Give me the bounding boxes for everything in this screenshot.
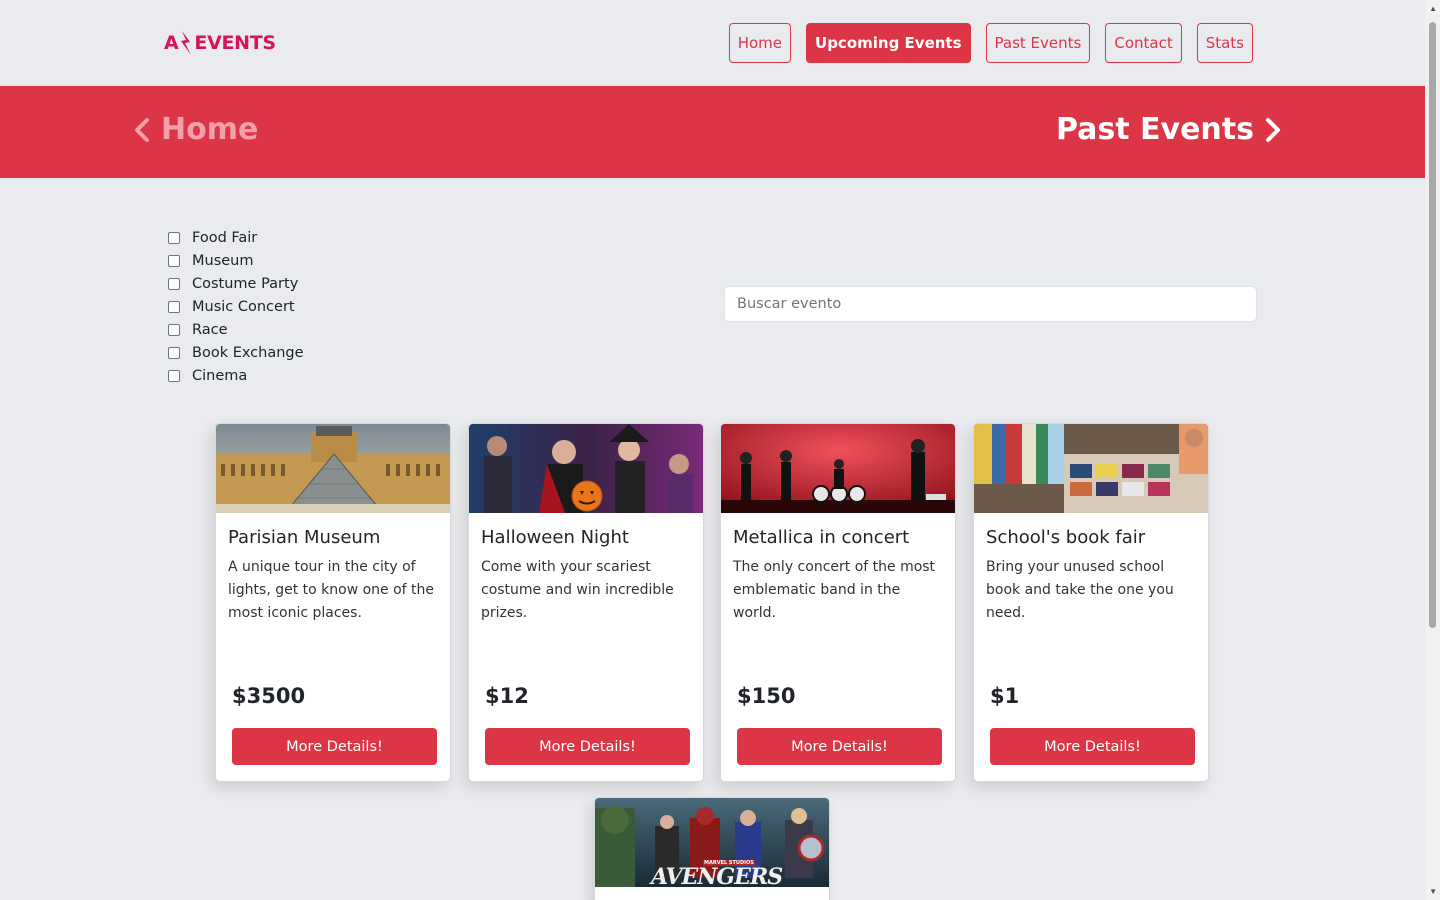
event-card: Parisian Museum A unique tour in the cit… xyxy=(215,423,451,782)
more-details-button[interactable]: More Details! xyxy=(232,728,437,765)
more-details-button[interactable]: More Details! xyxy=(737,728,942,765)
more-details-button[interactable]: More Details! xyxy=(485,728,690,765)
nav-stats[interactable]: Stats xyxy=(1196,23,1253,63)
filter-costume-party[interactable]: Costume Party xyxy=(168,272,304,295)
scrollbar-thumb[interactable] xyxy=(1429,22,1436,628)
card-description: The only concert of the most emblematic … xyxy=(733,559,936,621)
event-card: Halloween Night Come with your scariest … xyxy=(468,423,704,782)
event-image-halloween xyxy=(469,424,703,513)
prev-page-label: Home xyxy=(161,112,259,147)
card-description: A unique tour in the city of lights, get… xyxy=(228,559,435,621)
page-scrollbar[interactable]: ▲ ▼ xyxy=(1425,0,1440,900)
event-image-concert xyxy=(721,424,955,513)
filter-label: Food Fair xyxy=(192,229,258,246)
card-description: Bring your unused school book and take t… xyxy=(986,559,1174,621)
event-card: MARVEL STUDIOS AVENGERS xyxy=(594,797,830,900)
card-body: School's book fair Bring your unused sch… xyxy=(974,513,1208,781)
top-navbar: A EVENTS Home Upcoming Events Past Event… xyxy=(0,0,1425,86)
filter-label: Music Concert xyxy=(192,298,295,315)
card-price: $150 xyxy=(737,684,796,708)
scroll-down-icon[interactable]: ▼ xyxy=(1429,887,1437,896)
event-image-avengers: MARVEL STUDIOS AVENGERS xyxy=(595,798,829,887)
card-price: $1 xyxy=(990,684,1020,708)
next-page-label: Past Events xyxy=(1055,112,1254,147)
card-price: $12 xyxy=(485,684,529,708)
card-title: Metallica in concert xyxy=(733,527,910,548)
event-image-museum xyxy=(216,424,450,513)
filter-label: Cinema xyxy=(192,367,248,384)
card-title: School's book fair xyxy=(986,527,1146,548)
event-image-book-fair xyxy=(974,424,1208,513)
nav-upcoming-events[interactable]: Upcoming Events xyxy=(806,23,971,63)
filter-book-exchange[interactable]: Book Exchange xyxy=(168,341,304,364)
next-page-link[interactable]: Past Events xyxy=(1056,112,1282,147)
filter-checkbox[interactable] xyxy=(168,300,180,313)
filter-checkbox[interactable] xyxy=(168,254,180,267)
logo-letter: A xyxy=(164,32,179,54)
filter-music-concert[interactable]: Music Concert xyxy=(168,295,304,318)
nav-contact[interactable]: Contact xyxy=(1105,23,1182,63)
event-card: School's book fair Bring your unused sch… xyxy=(973,423,1209,782)
search-input[interactable] xyxy=(724,286,1257,322)
nav-past-events[interactable]: Past Events xyxy=(985,23,1091,63)
prev-page-link[interactable]: Home xyxy=(133,112,258,147)
filter-checkbox[interactable] xyxy=(168,323,180,336)
chevron-right-icon xyxy=(1266,117,1280,142)
main-nav: Home Upcoming Events Past Events Contact… xyxy=(728,23,1253,63)
filter-checkbox[interactable] xyxy=(168,231,180,244)
filter-checkbox[interactable] xyxy=(168,346,180,359)
filter-checkbox[interactable] xyxy=(168,369,180,382)
filter-food-fair[interactable]: Food Fair xyxy=(168,226,304,249)
filter-label: Book Exchange xyxy=(192,344,304,361)
page-banner: Home Past Events xyxy=(0,86,1425,178)
card-price: $3500 xyxy=(232,684,306,708)
filter-cinema[interactable]: Cinema xyxy=(168,364,304,387)
scroll-up-icon[interactable]: ▲ xyxy=(1429,4,1437,13)
card-body: Parisian Museum A unique tour in the cit… xyxy=(216,513,450,781)
event-card: Metallica in concert The only concert of… xyxy=(720,423,956,782)
filter-label: Race xyxy=(192,321,228,338)
filter-museum[interactable]: Museum xyxy=(168,249,304,272)
filter-checkbox[interactable] xyxy=(168,277,180,290)
filter-label: Costume Party xyxy=(192,275,299,292)
more-details-button[interactable]: More Details! xyxy=(990,728,1195,765)
card-body: Halloween Night Come with your scariest … xyxy=(469,513,703,781)
filter-label: Museum xyxy=(192,252,254,269)
card-body: Metallica in concert The only concert of… xyxy=(721,513,955,781)
card-title: Halloween Night xyxy=(481,527,629,548)
avengers-title: AVENGERS xyxy=(651,864,783,887)
category-filters: Food Fair Museum Costume Party Music Con… xyxy=(168,226,304,387)
brand-logo[interactable]: A EVENTS xyxy=(164,30,276,56)
logo-text: EVENTS xyxy=(194,32,276,54)
chevron-left-icon xyxy=(135,117,149,142)
lightning-icon xyxy=(181,31,192,55)
card-description: Come with your scariest costume and win … xyxy=(481,559,674,621)
nav-home[interactable]: Home xyxy=(728,23,792,63)
card-title: Parisian Museum xyxy=(228,527,381,548)
filter-race[interactable]: Race xyxy=(168,318,304,341)
